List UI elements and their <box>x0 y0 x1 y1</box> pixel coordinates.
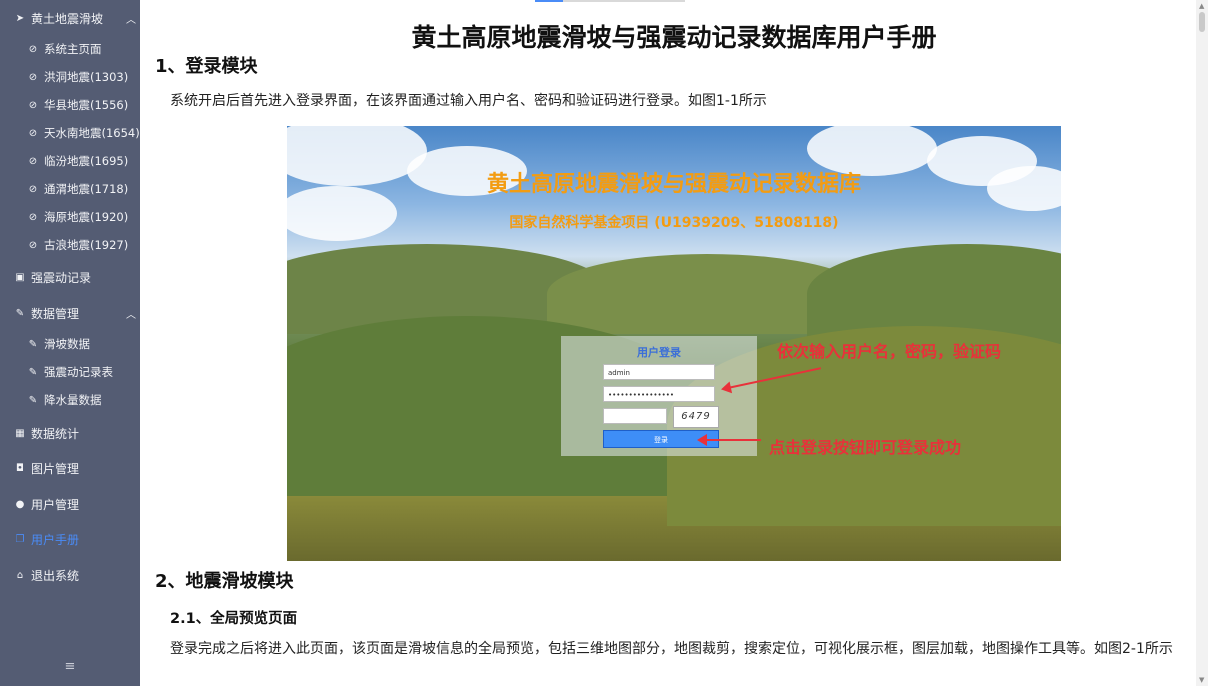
chevron-up-icon: ︿ <box>126 309 136 321</box>
compass-icon: ⊘ <box>28 239 38 251</box>
sidebar-menu-label: 黄土地震滑坡 <box>31 11 104 26</box>
annotation-input-hint: 依次输入用户名，密码，验证码 <box>777 342 1002 361</box>
figure-login-subtitle: 国家自然科学基金项目 (U1939209、51808118) <box>509 215 839 231</box>
sidebar-item-images[interactable]: ◘ 图片管理 <box>0 456 154 480</box>
chart-icon: ▦ <box>15 427 25 439</box>
sidebar-item-label: 系统主页面 <box>44 42 102 56</box>
compass-icon: ⊘ <box>28 211 38 223</box>
annotation-arrow <box>697 434 761 446</box>
sidebar: ➤ 黄土地震滑坡 ︿ ⊘ 系统主页面 ⊘ 洪洞地震(1303) ⊘ 华县地震(1… <box>0 0 140 686</box>
sidebar-menu-label: 数据管理 <box>31 306 80 321</box>
edit-icon: ✎ <box>15 307 25 319</box>
chevron-up-icon: ︿ <box>126 14 136 26</box>
sidebar-item-label: 通渭地震(1718) <box>44 182 129 196</box>
sidebar-item-label: 洪洞地震(1303) <box>44 70 129 84</box>
compass-icon: ⊘ <box>28 127 38 139</box>
sidebar-item-label: 降水量数据 <box>44 393 102 407</box>
compass-icon: ⊘ <box>28 71 38 83</box>
sidebar-item-label: 强震动记录 <box>31 270 92 285</box>
figure-login-title: 黄土高原地震滑坡与强震动记录数据库 <box>486 172 861 197</box>
compass-icon: ⊘ <box>28 155 38 167</box>
section-text-overview: 登录完成之后将进入此页面，该页面是滑坡信息的全局预览，包括三维地图部分，地图裁剪… <box>170 641 1173 657</box>
compass-icon: ⊘ <box>28 183 38 195</box>
sidebar-item-label: 华县地震(1556) <box>44 98 129 112</box>
sidebar-menu-loess-landslide[interactable]: ➤ 黄土地震滑坡 ︿ <box>0 6 154 30</box>
sidebar-item-statistics[interactable]: ▦ 数据统计 <box>0 421 154 445</box>
username-field: admin <box>603 364 715 380</box>
sidebar-item-manual[interactable]: ❐ 用户手册 <box>0 527 154 551</box>
sidebar-item-label: 用户手册 <box>31 532 80 547</box>
password-field: •••••••••••••••• <box>603 386 715 402</box>
edit-icon: ✎ <box>28 394 38 406</box>
compass-icon: ⊘ <box>28 43 38 55</box>
camera-icon: ◘ <box>16 462 24 474</box>
page-title: 黄土高原地震滑坡与强震动记录数据库用户手册 <box>411 23 937 52</box>
clipboard-icon: ▣ <box>15 271 25 283</box>
annotation-login-hint: 点击登录按钮即可登录成功 <box>769 438 962 457</box>
edit-icon: ✎ <box>28 338 38 350</box>
top-indicator <box>535 0 685 2</box>
sidebar-item-label: 用户管理 <box>31 497 80 512</box>
user-icon: ● <box>15 498 25 510</box>
compass-icon: ⊘ <box>28 99 38 111</box>
login-screenshot-figure: 黄土高原地震滑坡与强震动记录数据库 国家自然科学基金项目 (U1939209、5… <box>287 126 1061 561</box>
section-heading-login: 1、登录模块 <box>155 56 258 77</box>
sidebar-item-label: 图片管理 <box>31 461 80 476</box>
scroll-thumb[interactable] <box>1199 12 1205 32</box>
sidebar-item-strong-record[interactable]: ▣ 强震动记录 <box>0 265 154 289</box>
captcha-field <box>603 408 667 424</box>
vertical-scrollbar[interactable]: ▲ ▼ <box>1196 0 1208 686</box>
sidebar-item-label: 古浪地震(1927) <box>44 238 129 252</box>
login-title: 用户登录 <box>637 346 681 359</box>
section-text-login: 系统开启后首先进入登录界面，在该界面通过输入用户名、密码和验证码进行登录。如图1… <box>170 93 767 109</box>
sidebar-item-label: 强震动记录表 <box>44 365 113 379</box>
sidebar-menu-data-management[interactable]: ✎ 数据管理 ︿ <box>0 301 154 325</box>
scroll-down-icon[interactable]: ▼ <box>1199 676 1204 684</box>
home-icon: ⌂ <box>16 569 24 581</box>
subsection-heading-overview: 2.1、全局预览页面 <box>170 611 298 627</box>
login-box: 用户登录 admin •••••••••••••••• 6479 登录 <box>561 336 757 456</box>
sidebar-item-label: 数据统计 <box>31 426 80 441</box>
sidebar-item-users[interactable]: ● 用户管理 <box>0 492 154 516</box>
manual-content: 黄土高原地震滑坡与强震动记录数据库用户手册 1、登录模块 系统开启后首先进入登录… <box>140 0 1208 686</box>
scroll-up-icon[interactable]: ▲ <box>1199 2 1204 10</box>
copy-icon: ❐ <box>15 533 25 545</box>
sidebar-item-label: 临汾地震(1695) <box>44 154 129 168</box>
collapse-menu-icon[interactable]: ≡ <box>0 659 140 674</box>
captcha-image: 6479 <box>673 406 719 428</box>
section-heading-landslide: 2、地震滑坡模块 <box>155 571 294 592</box>
sidebar-item-label: 天水南地震(1654) <box>44 126 140 140</box>
navigation-icon: ➤ <box>15 12 25 24</box>
sidebar-item-label: 退出系统 <box>31 568 80 583</box>
sidebar-item-label: 海原地震(1920) <box>44 210 129 224</box>
edit-icon: ✎ <box>28 366 38 378</box>
sidebar-item-label: 滑坡数据 <box>44 337 90 351</box>
sidebar-item-logout[interactable]: ⌂ 退出系统 <box>0 563 154 587</box>
